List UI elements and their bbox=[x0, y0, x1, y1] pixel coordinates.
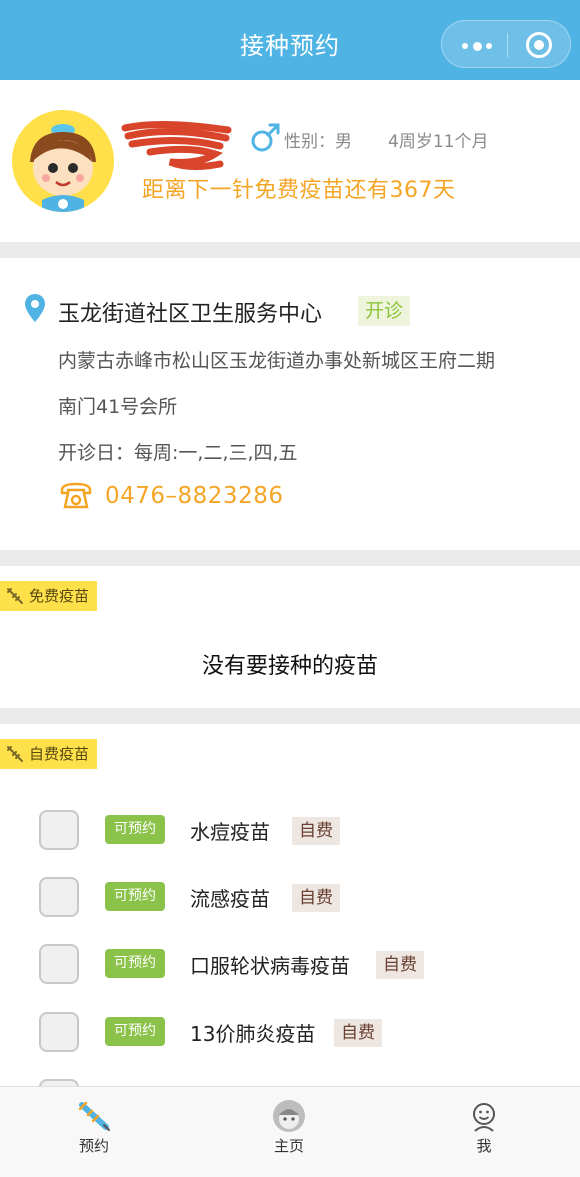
location-pin-icon bbox=[25, 294, 45, 322]
bottom-tab-bar: 预约 主页 我 bbox=[0, 1086, 580, 1177]
redacted-child-name bbox=[120, 116, 235, 176]
more-options-icon[interactable] bbox=[460, 41, 496, 51]
clinic-address-line1: 内蒙古赤峰市松山区玉龙街道办事处新城区王府二期 bbox=[58, 350, 496, 372]
tab-me[interactable]: 我 bbox=[424, 1087, 544, 1177]
self-pay-vaccine-tag-label: 自费疫苗 bbox=[29, 745, 90, 763]
syringe-icon bbox=[78, 1101, 110, 1131]
self-pay-badge: 自费 bbox=[292, 884, 340, 912]
self-pay-badge: 自费 bbox=[376, 951, 424, 979]
tab-appointment[interactable]: 预约 bbox=[34, 1087, 154, 1177]
free-vaccine-tag: 免费疫苗 bbox=[0, 581, 98, 611]
free-vaccine-tag-label: 免费疫苗 bbox=[29, 587, 90, 605]
tab-home-label: 主页 bbox=[273, 1137, 304, 1155]
free-vaccine-section: 免费疫苗 没有要接种的疫苗 bbox=[0, 566, 580, 708]
self-pay-badge: 自费 bbox=[334, 1019, 382, 1047]
clinic-address-line2: 南门41号会所 bbox=[58, 396, 178, 418]
tab-me-label: 我 bbox=[476, 1137, 492, 1155]
clinic-name: 玉龙街道社区卫生服务中心 bbox=[58, 302, 323, 327]
available-badge: 可预约 bbox=[105, 815, 165, 844]
clinic-status-badge: 开诊 bbox=[358, 296, 411, 326]
tab-appointment-label: 预约 bbox=[78, 1137, 109, 1155]
baby-avatar-icon bbox=[273, 1100, 305, 1132]
vaccine-checkbox[interactable] bbox=[39, 810, 79, 850]
syringe-icon bbox=[7, 746, 23, 762]
header-bar: 接种预约 bbox=[0, 0, 580, 80]
vaccine-name: 流感疫苗 bbox=[190, 887, 270, 911]
vaccine-name: 13价肺炎疫苗 bbox=[190, 1022, 316, 1046]
syringe-icon bbox=[7, 588, 23, 604]
close-miniprogram-icon[interactable] bbox=[526, 32, 552, 58]
tab-home[interactable]: 主页 bbox=[229, 1087, 349, 1177]
vaccine-checkbox[interactable] bbox=[39, 944, 79, 984]
self-pay-badge: 自费 bbox=[292, 817, 340, 845]
vaccine-row[interactable]: 可预约 流感疫苗 自费 bbox=[0, 877, 580, 919]
smiley-face-icon bbox=[473, 1103, 495, 1132]
available-badge: 可预约 bbox=[105, 882, 165, 911]
child-avatar[interactable] bbox=[12, 110, 114, 212]
vaccine-row[interactable]: 可预约 13价肺炎疫苗 自费 bbox=[0, 1012, 580, 1054]
vaccine-row[interactable]: 可预约 水痘疫苗 自费 bbox=[0, 810, 580, 852]
miniprogram-capsule bbox=[441, 20, 571, 68]
male-icon bbox=[251, 123, 280, 152]
age-label: 4周岁11个月 bbox=[388, 132, 489, 152]
vaccine-name: 水痘疫苗 bbox=[190, 820, 270, 844]
gender-label: 性别：男 bbox=[284, 132, 352, 152]
no-free-vaccine-message: 没有要接种的疫苗 bbox=[201, 654, 378, 679]
clinic-open-days: 开诊日：每周:一,二,三,四,五 bbox=[58, 442, 298, 464]
vaccine-checkbox[interactable] bbox=[39, 877, 79, 917]
clinic-phone-link[interactable]: 0476–8823286 bbox=[105, 483, 283, 509]
self-pay-vaccine-tag: 自费疫苗 bbox=[0, 739, 98, 769]
child-profile-card: 性别：男 4周岁11个月 距离下一针免费疫苗还有367天 bbox=[0, 80, 580, 242]
vaccine-row[interactable]: 可预约 口服轮状病毒疫苗 自费 bbox=[0, 944, 580, 986]
self-pay-vaccine-section: 自费疫苗 可预约 水痘疫苗 自费 可预约 流感疫苗 自费 可预约 口服轮状病毒疫… bbox=[0, 724, 580, 1119]
capsule-divider bbox=[507, 33, 508, 57]
telephone-icon[interactable] bbox=[59, 480, 93, 512]
vaccine-checkbox[interactable] bbox=[39, 1012, 79, 1052]
next-vaccine-countdown: 距离下一针免费疫苗还有367天 bbox=[142, 178, 456, 203]
vaccine-name: 口服轮状病毒疫苗 bbox=[190, 954, 350, 978]
available-badge: 可预约 bbox=[105, 949, 165, 978]
clinic-info-card: 玉龙街道社区卫生服务中心 开诊 内蒙古赤峰市松山区玉龙街道办事处新城区王府二期 … bbox=[0, 258, 580, 550]
available-badge: 可预约 bbox=[105, 1017, 165, 1046]
